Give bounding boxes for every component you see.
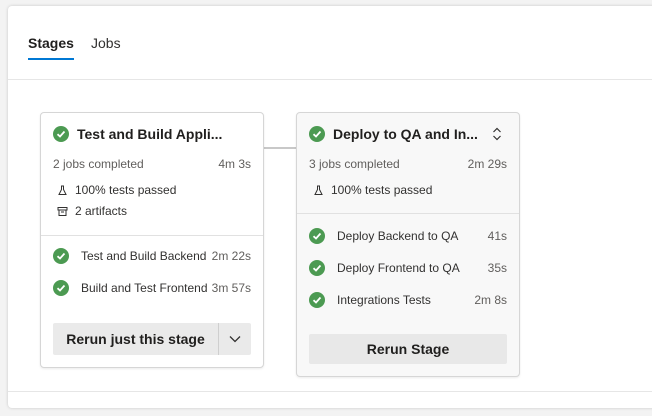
stage-header: Deploy to QA and In... — [309, 125, 483, 143]
stages-area: Test and Build Appli... 2 jobs completed… — [8, 80, 652, 392]
chevron-down-icon — [229, 336, 241, 343]
tab-stages[interactable]: Stages — [28, 35, 74, 51]
success-check-icon — [53, 126, 69, 142]
rerun-split-button: Rerun just this stage — [53, 323, 251, 355]
job-duration: 41s — [487, 229, 507, 243]
stage-connector — [264, 147, 296, 149]
tests-text: 100% tests passed — [75, 183, 177, 197]
chevron-up-down-icon — [493, 127, 501, 141]
stage-card[interactable]: Test and Build Appli... 2 jobs completed… — [40, 112, 264, 368]
job-name: Build and Test Frontend — [81, 281, 208, 295]
job-name: Integrations Tests — [337, 293, 431, 307]
job-duration: 3m 57s — [211, 281, 251, 295]
job-name: Deploy Frontend to QA — [337, 261, 460, 275]
stage-title: Test and Build Appli... — [77, 126, 223, 142]
expand-collapse-button[interactable] — [489, 125, 505, 143]
rerun-options-button[interactable] — [219, 323, 251, 355]
job-row[interactable]: Deploy Frontend to QA 35s — [309, 259, 507, 277]
job-duration: 2m 8s — [474, 293, 507, 307]
rerun-stage-button[interactable]: Rerun Stage — [309, 334, 507, 364]
jobs-completed-text: 3 jobs completed — [309, 157, 400, 171]
stage-summary: 3 jobs completed 2m 29s — [309, 157, 507, 171]
stage-card[interactable]: Deploy to QA and In... 3 jobs completed … — [296, 112, 520, 377]
job-row[interactable]: Deploy Backend to QA 41s — [309, 227, 507, 245]
job-row[interactable]: Integrations Tests 2m 8s — [309, 291, 507, 309]
artifacts-text: 2 artifacts — [75, 204, 128, 218]
success-check-icon — [309, 126, 325, 142]
job-name: Deploy Backend to QA — [337, 229, 459, 243]
tests-text: 100% tests passed — [331, 183, 433, 197]
success-check-icon — [309, 292, 325, 308]
tab-bar: Stages Jobs — [8, 6, 652, 80]
job-row[interactable]: Test and Build Backend 2m 22s — [53, 247, 251, 265]
stage-title: Deploy to QA and In... — [333, 126, 478, 142]
flask-icon — [314, 185, 323, 195]
job-name: Test and Build Backend — [81, 249, 207, 263]
success-check-icon — [309, 260, 325, 276]
stage-summary: 2 jobs completed 4m 3s — [53, 157, 251, 171]
tab-jobs[interactable]: Jobs — [91, 35, 121, 51]
job-duration: 2m 22s — [211, 249, 251, 263]
job-duration: 35s — [487, 261, 507, 275]
stage-duration: 4m 3s — [218, 157, 251, 171]
artifacts-summary[interactable]: 2 artifacts — [57, 204, 127, 218]
stage-header: Test and Build Appli... — [53, 125, 237, 143]
success-check-icon — [53, 248, 69, 264]
divider — [41, 235, 263, 236]
artifact-box-icon — [57, 206, 68, 216]
tests-summary[interactable]: 100% tests passed — [313, 183, 432, 197]
rerun-stage-button[interactable]: Rerun just this stage — [53, 323, 219, 355]
tests-summary[interactable]: 100% tests passed — [57, 183, 176, 197]
pipeline-panel: Stages Jobs Test and Build Appli... 2 jo… — [8, 6, 652, 408]
stage-duration: 2m 29s — [467, 157, 507, 171]
flask-icon — [58, 185, 67, 195]
success-check-icon — [53, 280, 69, 296]
active-tab-indicator — [28, 58, 74, 60]
jobs-completed-text: 2 jobs completed — [53, 157, 144, 171]
job-row[interactable]: Build and Test Frontend 3m 57s — [53, 279, 251, 297]
divider — [297, 213, 519, 214]
success-check-icon — [309, 228, 325, 244]
